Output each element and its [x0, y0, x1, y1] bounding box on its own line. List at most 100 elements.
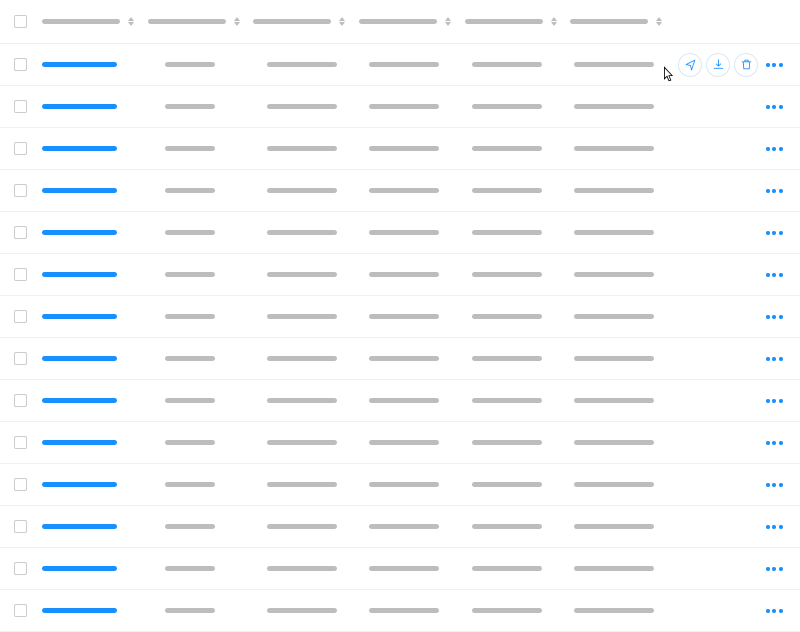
more-actions-button[interactable]: [762, 147, 786, 151]
text-placeholder: [369, 314, 439, 319]
more-actions-button[interactable]: [762, 357, 786, 361]
data-cell: [472, 314, 574, 319]
table-row[interactable]: [0, 464, 800, 506]
data-cell[interactable]: [42, 482, 165, 487]
data-cell: [267, 356, 369, 361]
row-checkbox-cell[interactable]: [14, 604, 42, 617]
sort-icon[interactable]: [128, 17, 134, 26]
row-checkbox-cell[interactable]: [14, 394, 42, 407]
data-cell[interactable]: [42, 356, 165, 361]
data-cell[interactable]: [42, 398, 165, 403]
table-row[interactable]: [0, 212, 800, 254]
sort-icon[interactable]: [551, 17, 557, 26]
data-cell[interactable]: [42, 608, 165, 613]
data-cell[interactable]: [42, 146, 165, 151]
more-actions-button[interactable]: [762, 231, 786, 235]
row-checkbox[interactable]: [14, 184, 27, 197]
sort-icon[interactable]: [339, 17, 345, 26]
data-cell[interactable]: [42, 272, 165, 277]
row-checkbox[interactable]: [14, 478, 27, 491]
table-row[interactable]: [0, 86, 800, 128]
data-cell[interactable]: [42, 62, 165, 67]
column-header-5[interactable]: [465, 17, 571, 26]
row-checkbox-cell[interactable]: [14, 58, 42, 71]
sort-icon[interactable]: [656, 17, 662, 26]
more-actions-button[interactable]: [762, 273, 786, 277]
row-checkbox[interactable]: [14, 604, 27, 617]
dot: [766, 147, 770, 151]
row-checkbox[interactable]: [14, 226, 27, 239]
table-row[interactable]: [0, 506, 800, 548]
table-row[interactable]: [0, 128, 800, 170]
row-checkbox[interactable]: [14, 310, 27, 323]
data-cell[interactable]: [42, 314, 165, 319]
data-cell[interactable]: [42, 104, 165, 109]
text-placeholder: [472, 398, 542, 403]
data-cell: [472, 104, 574, 109]
data-cell[interactable]: [42, 230, 165, 235]
more-actions-button[interactable]: [762, 63, 786, 67]
text-placeholder: [165, 272, 215, 277]
more-actions-button[interactable]: [762, 105, 786, 109]
column-header-3[interactable]: [253, 17, 359, 26]
row-checkbox-cell[interactable]: [14, 520, 42, 533]
table-row[interactable]: [0, 254, 800, 296]
row-checkbox-cell[interactable]: [14, 184, 42, 197]
row-checkbox-cell[interactable]: [14, 436, 42, 449]
row-checkbox-cell[interactable]: [14, 478, 42, 491]
row-checkbox-cell[interactable]: [14, 226, 42, 239]
row-checkbox[interactable]: [14, 394, 27, 407]
more-actions-button[interactable]: [762, 525, 786, 529]
table-row[interactable]: [0, 422, 800, 464]
sort-icon[interactable]: [234, 17, 240, 26]
table-row[interactable]: [0, 338, 800, 380]
row-checkbox[interactable]: [14, 352, 27, 365]
row-checkbox[interactable]: [14, 58, 27, 71]
share-button[interactable]: [678, 53, 702, 77]
data-cell: [369, 146, 471, 151]
more-actions-button[interactable]: [762, 315, 786, 319]
table-row[interactable]: [0, 44, 800, 86]
column-header-6[interactable]: [570, 17, 676, 26]
table-row[interactable]: [0, 548, 800, 590]
row-checkbox[interactable]: [14, 436, 27, 449]
more-actions-button[interactable]: [762, 189, 786, 193]
select-all-cell[interactable]: [14, 15, 42, 28]
row-checkbox-cell[interactable]: [14, 142, 42, 155]
more-actions-button[interactable]: [762, 483, 786, 487]
row-checkbox-cell[interactable]: [14, 352, 42, 365]
data-cell[interactable]: [42, 566, 165, 571]
sort-icon[interactable]: [445, 17, 451, 26]
more-actions-button[interactable]: [762, 567, 786, 571]
data-cell[interactable]: [42, 440, 165, 445]
data-cell: [165, 440, 267, 445]
delete-button[interactable]: [734, 53, 758, 77]
table-row[interactable]: [0, 590, 800, 632]
more-actions-button[interactable]: [762, 609, 786, 613]
download-button[interactable]: [706, 53, 730, 77]
data-cell: [472, 440, 574, 445]
row-checkbox[interactable]: [14, 100, 27, 113]
row-checkbox-cell[interactable]: [14, 310, 42, 323]
data-cell[interactable]: [42, 188, 165, 193]
more-actions-button[interactable]: [762, 399, 786, 403]
column-header-2[interactable]: [148, 17, 254, 26]
more-actions-button[interactable]: [762, 441, 786, 445]
row-checkbox-cell[interactable]: [14, 562, 42, 575]
row-checkbox[interactable]: [14, 562, 27, 575]
column-header-1[interactable]: [42, 17, 148, 26]
table-row[interactable]: [0, 170, 800, 212]
row-checkbox-cell[interactable]: [14, 100, 42, 113]
row-checkbox[interactable]: [14, 268, 27, 281]
row-checkbox[interactable]: [14, 142, 27, 155]
table-row[interactable]: [0, 296, 800, 338]
row-checkbox-cell[interactable]: [14, 268, 42, 281]
table-row[interactable]: [0, 380, 800, 422]
row-checkbox[interactable]: [14, 520, 27, 533]
column-header-4[interactable]: [359, 17, 465, 26]
primary-link-placeholder: [42, 608, 117, 613]
text-placeholder: [267, 482, 337, 487]
text-placeholder: [574, 482, 654, 487]
data-cell[interactable]: [42, 524, 165, 529]
select-all-checkbox[interactable]: [14, 15, 27, 28]
